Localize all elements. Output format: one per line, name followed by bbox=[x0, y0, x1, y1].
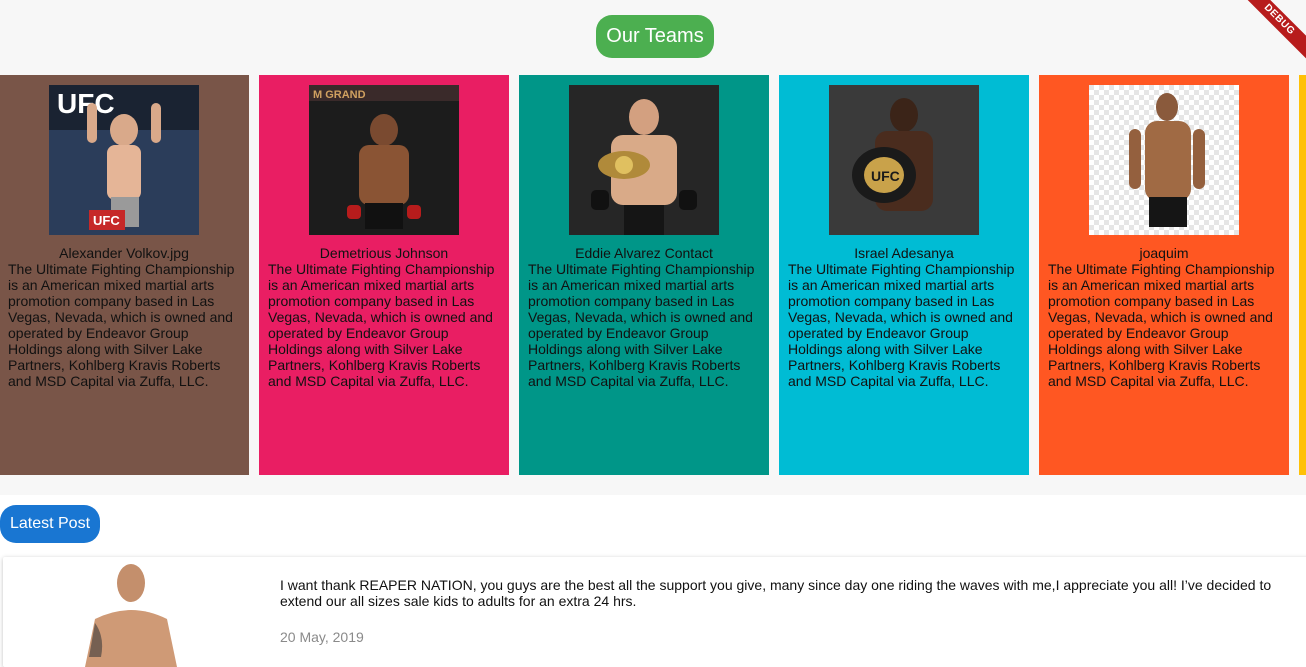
post-text: I want thank REAPER NATION, you guys are… bbox=[280, 577, 1272, 609]
svg-text:UFC: UFC bbox=[871, 168, 900, 184]
fighter-photo: M GRAND bbox=[309, 85, 459, 235]
fighter-photo: UFC UFC bbox=[49, 85, 199, 235]
fighter-name: Israel Adesanya bbox=[854, 245, 954, 261]
fighter-description: The Ultimate Fighting Championship is an… bbox=[268, 261, 495, 389]
fighter-name: Demetrious Johnson bbox=[319, 245, 449, 261]
fighter-description: The Ultimate Fighting Championship is an… bbox=[788, 261, 1015, 389]
svg-text:UFC: UFC bbox=[93, 213, 120, 228]
debug-banner: DEBUG bbox=[1234, 0, 1306, 65]
team-card[interactable]: M GRAND Demetrious Johnson The Ultimate … bbox=[259, 75, 509, 475]
team-card[interactable]: UFC Israel Adesanya The Ultimate Fightin… bbox=[779, 75, 1029, 475]
fighter-photo: UFC bbox=[829, 85, 979, 235]
svg-text:M GRAND: M GRAND bbox=[313, 89, 366, 101]
fighter-photo bbox=[569, 85, 719, 235]
fighter-name: joaquim bbox=[1139, 245, 1189, 261]
post-card[interactable]: I want thank REAPER NATION, you guys are… bbox=[3, 557, 1306, 667]
our-teams-button[interactable]: Our Teams bbox=[596, 15, 714, 58]
fighter-photo bbox=[1089, 85, 1239, 235]
post-date: 20 May, 2019 bbox=[280, 629, 364, 645]
team-card[interactable] bbox=[1299, 75, 1306, 475]
fighter-name: Alexander Volkov.jpg bbox=[59, 245, 189, 261]
post-author-photo bbox=[65, 557, 185, 667]
svg-text:UFC: UFC bbox=[57, 88, 115, 119]
teams-carousel[interactable]: UFC UFC Alexander Volkov.jpg The Ultimat… bbox=[0, 75, 1306, 475]
team-card[interactable]: UFC UFC Alexander Volkov.jpg The Ultimat… bbox=[0, 75, 249, 475]
fighter-name: Eddie Alvarez Contact bbox=[575, 245, 713, 261]
teams-section: Our Teams DEBUG UFC UFC Alexander Volkov… bbox=[0, 0, 1306, 495]
team-card[interactable]: Eddie Alvarez Contact The Ultimate Fight… bbox=[519, 75, 769, 475]
fighter-description: The Ultimate Fighting Championship is an… bbox=[8, 261, 235, 389]
latest-post-button[interactable]: Latest Post bbox=[0, 505, 100, 543]
fighter-description: The Ultimate Fighting Championship is an… bbox=[528, 261, 755, 389]
fighter-description: The Ultimate Fighting Championship is an… bbox=[1048, 261, 1275, 389]
team-card[interactable]: joaquim The Ultimate Fighting Championsh… bbox=[1039, 75, 1289, 475]
